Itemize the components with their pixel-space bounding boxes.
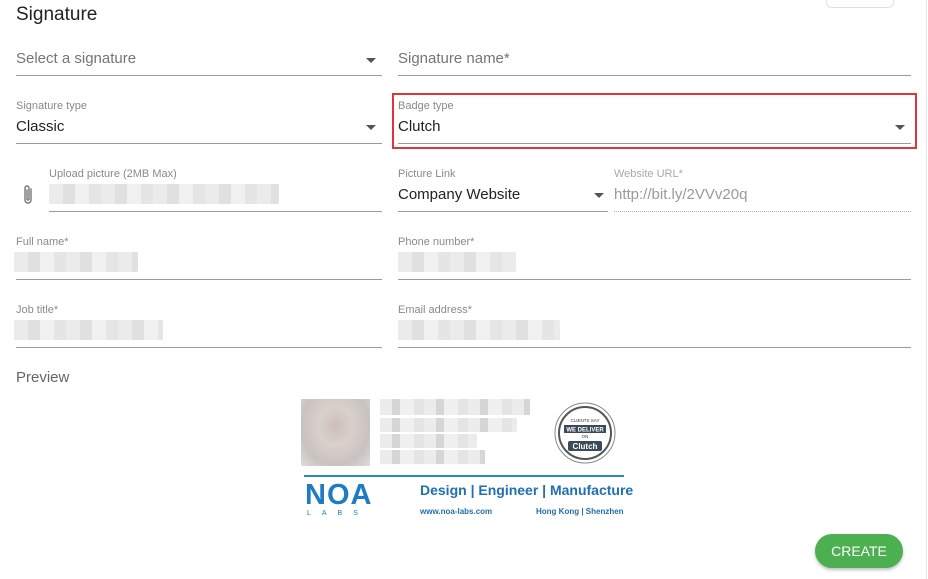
preview-photo bbox=[301, 399, 370, 466]
noa-logo: NOA bbox=[305, 479, 373, 511]
upload-picture-field[interactable]: Upload picture (2MB Max) bbox=[49, 166, 382, 212]
job-title-label: Job title* bbox=[16, 304, 59, 316]
badge-line2: WE DELIVER bbox=[566, 428, 604, 434]
section-title: Signature bbox=[16, 4, 98, 25]
preview-label: Preview bbox=[16, 369, 70, 386]
signature-name-input[interactable]: Signature name* bbox=[398, 40, 911, 76]
redacted-preview-name bbox=[380, 399, 530, 415]
picture-link-value: Company Website bbox=[398, 186, 521, 203]
phone-number-input[interactable]: Phone number* bbox=[398, 234, 911, 280]
chevron-down-icon bbox=[594, 193, 604, 198]
badge-brand: Clutch bbox=[573, 442, 598, 451]
field-underline bbox=[614, 211, 911, 212]
redacted-phone-number bbox=[398, 252, 516, 272]
full-name-input[interactable]: Full name* bbox=[14, 234, 382, 280]
chevron-down-icon bbox=[366, 58, 376, 63]
picture-link-dropdown[interactable]: Picture Link Company Website bbox=[398, 166, 608, 212]
redacted-email bbox=[398, 320, 560, 340]
website-url-input[interactable]: Website URL* http://bit.ly/2VVv20q bbox=[614, 166, 911, 212]
field-underline bbox=[16, 75, 382, 76]
badge-type-highlight bbox=[392, 93, 917, 149]
select-signature-dropdown[interactable]: Select a signature bbox=[16, 40, 382, 76]
field-underline bbox=[16, 347, 382, 348]
preview-tagline: Design | Engineer | Manufacture bbox=[420, 482, 634, 498]
redacted-full-name bbox=[14, 252, 138, 272]
email-address-input[interactable]: Email address* bbox=[398, 302, 911, 348]
signature-type-value: Classic bbox=[16, 118, 65, 135]
field-underline bbox=[398, 75, 911, 76]
clutch-badge: CLIENTS SAY WE DELIVER ON Clutch bbox=[554, 402, 616, 464]
phone-number-label: Phone number* bbox=[398, 236, 475, 248]
panel-divider bbox=[926, 0, 927, 579]
redacted-job-title bbox=[14, 320, 163, 340]
chevron-down-icon bbox=[366, 125, 376, 130]
upload-picture-label: Upload picture (2MB Max) bbox=[49, 168, 177, 180]
preview-divider bbox=[304, 475, 624, 477]
preview-cities: Hong Kong | Shenzhen bbox=[536, 507, 624, 516]
preview-website: www.noa-labs.com bbox=[420, 507, 493, 516]
badge-line3: ON bbox=[582, 434, 589, 439]
email-address-label: Email address* bbox=[398, 304, 472, 316]
redacted-preview-title bbox=[380, 418, 517, 432]
job-title-input[interactable]: Job title* bbox=[14, 302, 382, 348]
create-button[interactable]: CREATE bbox=[815, 534, 903, 568]
field-underline bbox=[398, 347, 911, 348]
field-underline bbox=[398, 279, 911, 280]
top-right-button[interactable] bbox=[826, 0, 894, 8]
select-signature-placeholder: Select a signature bbox=[16, 50, 137, 67]
signature-type-dropdown[interactable]: Signature type Classic bbox=[16, 98, 382, 144]
field-underline bbox=[16, 143, 382, 144]
field-underline bbox=[16, 279, 382, 280]
website-url-label: Website URL* bbox=[614, 168, 683, 180]
field-underline bbox=[49, 211, 382, 212]
signature-name-placeholder: Signature name* bbox=[398, 50, 510, 67]
redacted-filename bbox=[49, 184, 279, 204]
full-name-label: Full name* bbox=[16, 236, 69, 248]
redacted-preview-phone bbox=[380, 434, 477, 448]
field-underline bbox=[398, 211, 608, 212]
badge-line1: CLIENTS SAY bbox=[571, 418, 600, 423]
labs-logo: LABS bbox=[307, 510, 369, 517]
picture-link-label: Picture Link bbox=[398, 168, 456, 180]
website-url-value: http://bit.ly/2VVv20q bbox=[614, 186, 748, 203]
paperclip-icon[interactable] bbox=[20, 183, 36, 207]
signature-type-label: Signature type bbox=[16, 100, 87, 112]
redacted-preview-email bbox=[380, 450, 485, 464]
